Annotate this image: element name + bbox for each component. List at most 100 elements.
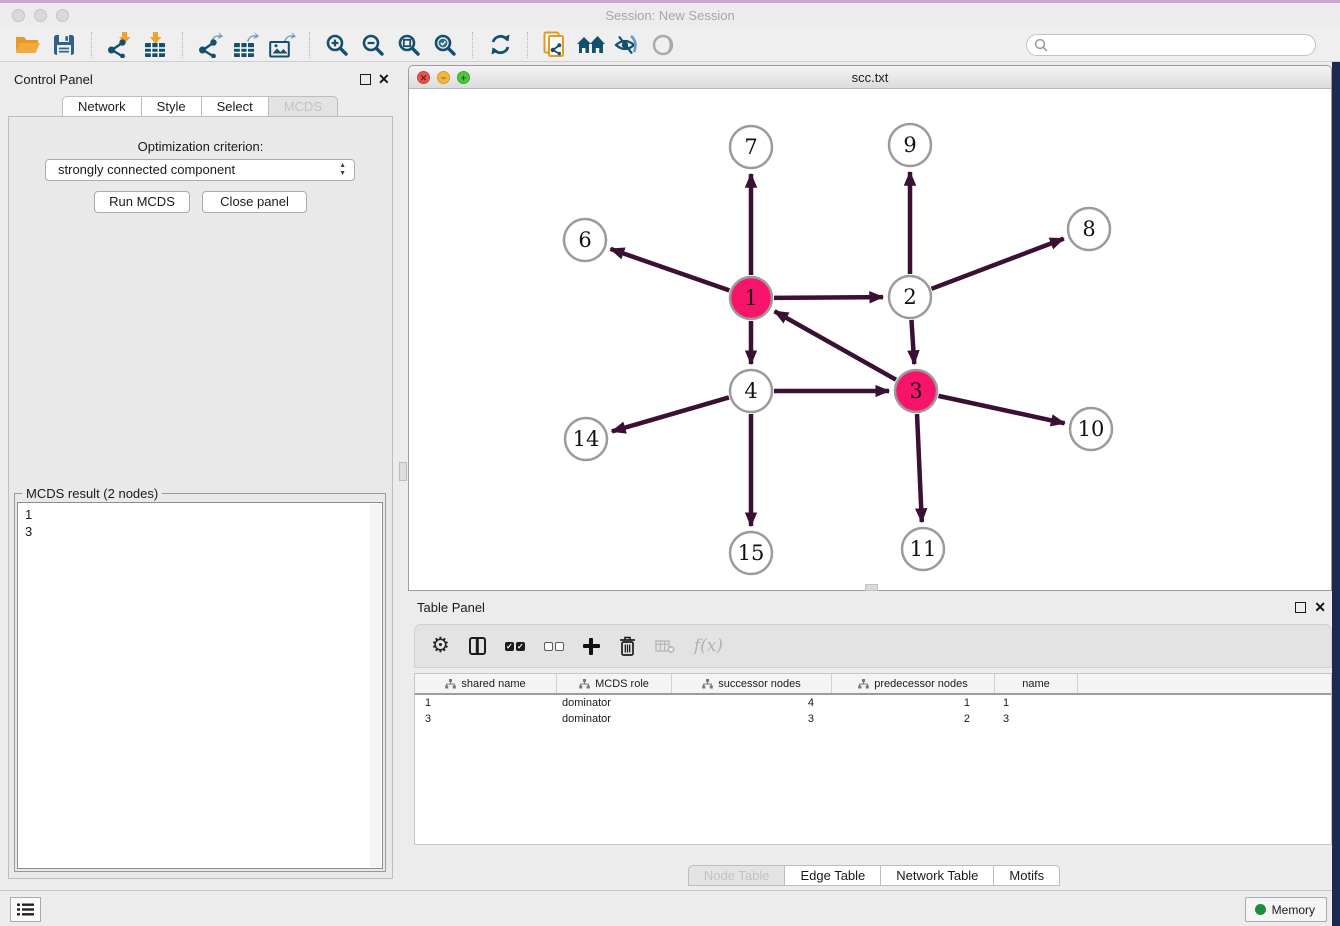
deselect-all-button[interactable] bbox=[544, 642, 564, 651]
canvas-resize-handle[interactable] bbox=[865, 584, 878, 591]
edge-3-1[interactable] bbox=[775, 311, 896, 379]
node-11[interactable]: 11 bbox=[902, 528, 944, 570]
network-close-traffic-light[interactable]: ✕ bbox=[417, 71, 430, 84]
tab-select[interactable]: Select bbox=[202, 96, 269, 117]
edge-2-8[interactable] bbox=[932, 239, 1064, 289]
table-row[interactable]: 1dominator411 bbox=[415, 695, 1331, 711]
node-4[interactable]: 4 bbox=[730, 370, 772, 412]
memory-button[interactable]: Memory bbox=[1245, 897, 1327, 922]
edge-1-6[interactable] bbox=[610, 249, 729, 291]
import-network-icon bbox=[106, 32, 132, 58]
eye-disabled-button[interactable] bbox=[647, 31, 679, 59]
close-table-panel-icon[interactable]: ✕ bbox=[1314, 602, 1326, 613]
close-traffic-light[interactable] bbox=[12, 9, 25, 22]
column-header-name[interactable]: name bbox=[995, 674, 1078, 693]
node-label: 14 bbox=[573, 427, 600, 451]
criterion-dropdown[interactable]: strongly connected component ▲▼ bbox=[45, 159, 355, 181]
network-window-titlebar[interactable]: ✕ − + scc.txt bbox=[409, 66, 1331, 89]
add-column-button[interactable] bbox=[583, 638, 600, 655]
task-history-button[interactable] bbox=[10, 897, 41, 922]
node-10[interactable]: 10 bbox=[1070, 408, 1112, 450]
select-all-button[interactable]: ✓ ✓ bbox=[505, 642, 525, 651]
unchecked-box-icon bbox=[555, 642, 564, 651]
float-table-panel-icon[interactable] bbox=[1295, 602, 1306, 613]
network-minimize-traffic-light[interactable]: − bbox=[437, 71, 450, 84]
table-tabs: Node TableEdge TableNetwork TableMotifs bbox=[408, 865, 1340, 886]
table-toolbar: ⚙ ✓ ✓ bbox=[414, 624, 1332, 668]
node-label: 6 bbox=[578, 228, 591, 252]
mcds-result-box: 13 bbox=[17, 502, 383, 869]
column-header-predecessor-nodes[interactable]: predecessor nodes bbox=[832, 674, 995, 693]
edge-1-2[interactable] bbox=[774, 297, 883, 298]
column-header-shared-name[interactable]: shared name bbox=[415, 674, 557, 693]
node-7[interactable]: 7 bbox=[730, 126, 772, 168]
delete-column-button[interactable] bbox=[619, 636, 636, 656]
zoom-fit-button[interactable] bbox=[393, 31, 425, 59]
search-input[interactable] bbox=[1026, 34, 1316, 56]
open-file-button[interactable] bbox=[12, 31, 44, 59]
edge-3-11[interactable] bbox=[917, 414, 922, 522]
zoom-out-button[interactable] bbox=[357, 31, 389, 59]
column-header-mcds-role[interactable]: MCDS role bbox=[557, 674, 672, 693]
import-network-button[interactable] bbox=[103, 31, 135, 59]
zoom-traffic-light[interactable] bbox=[56, 9, 69, 22]
node-label: 10 bbox=[1078, 417, 1105, 441]
export-network-button[interactable] bbox=[194, 31, 226, 59]
edge-4-14[interactable] bbox=[612, 397, 729, 431]
node-15[interactable]: 15 bbox=[730, 532, 772, 574]
table-settings-button[interactable]: ⚙ bbox=[431, 636, 450, 656]
save-session-button[interactable] bbox=[48, 31, 80, 59]
minimize-traffic-light[interactable] bbox=[34, 9, 47, 22]
table-cell: 1 bbox=[415, 695, 557, 711]
main-toolbar bbox=[0, 28, 1340, 62]
run-mcds-button[interactable]: Run MCDS bbox=[94, 191, 190, 213]
houses-button[interactable] bbox=[575, 31, 607, 59]
node-6[interactable]: 6 bbox=[564, 219, 606, 261]
float-panel-icon[interactable] bbox=[360, 74, 371, 85]
export-table-icon bbox=[233, 32, 259, 58]
edge-3-10[interactable] bbox=[938, 396, 1064, 423]
zoom-selected-button[interactable] bbox=[429, 31, 461, 59]
mcds-result-title: MCDS result (2 nodes) bbox=[22, 486, 162, 501]
table-cell: 3 bbox=[672, 711, 832, 727]
node-14[interactable]: 14 bbox=[565, 418, 607, 460]
panel-divider-handle[interactable] bbox=[399, 462, 407, 481]
tab-network[interactable]: Network bbox=[62, 96, 142, 117]
table-cell: 3 bbox=[995, 711, 1078, 727]
export-table-button[interactable] bbox=[230, 31, 262, 59]
tab-motifs[interactable]: Motifs bbox=[994, 865, 1060, 886]
search-icon bbox=[1034, 38, 1048, 52]
save-floppy-icon bbox=[53, 34, 75, 56]
edge-2-3[interactable] bbox=[911, 320, 914, 364]
show-columns-button[interactable] bbox=[469, 637, 486, 655]
result-scrollbar[interactable] bbox=[370, 504, 381, 867]
node-1[interactable]: 1 bbox=[730, 277, 772, 319]
toolbar-separator bbox=[472, 32, 473, 58]
node-8[interactable]: 8 bbox=[1068, 208, 1110, 250]
control-panel-tabs: NetworkStyleSelectMCDS bbox=[0, 96, 400, 117]
tab-node-table[interactable]: Node Table bbox=[688, 865, 786, 886]
status-bar: Memory bbox=[0, 890, 1340, 926]
export-image-button[interactable] bbox=[266, 31, 298, 59]
tab-network-table[interactable]: Network Table bbox=[881, 865, 994, 886]
table-row[interactable]: 3dominator323 bbox=[415, 711, 1331, 727]
column-header-successor-nodes[interactable]: successor nodes bbox=[672, 674, 832, 693]
node-2[interactable]: 2 bbox=[889, 276, 931, 318]
tab-mcds[interactable]: MCDS bbox=[269, 96, 338, 117]
plus-icon bbox=[583, 638, 600, 655]
close-panel-icon[interactable]: ✕ bbox=[378, 74, 390, 85]
refresh-layout-button[interactable] bbox=[484, 31, 516, 59]
close-panel-button[interactable]: Close panel bbox=[202, 191, 307, 213]
hide-graphics-button[interactable] bbox=[611, 31, 643, 59]
mcds-panel: Optimization criterion: strongly connect… bbox=[8, 116, 393, 879]
tab-edge-table[interactable]: Edge Table bbox=[785, 865, 881, 886]
import-table-button[interactable] bbox=[139, 31, 171, 59]
tab-style[interactable]: Style bbox=[142, 96, 202, 117]
network-canvas[interactable]: 1 2 3 4 6 7 8 9 10 11 14 15 bbox=[409, 89, 1331, 590]
copy-network-button[interactable] bbox=[539, 31, 571, 59]
node-3[interactable]: 3 bbox=[895, 370, 937, 412]
node-9[interactable]: 9 bbox=[889, 124, 931, 166]
mcds-result-lines: 13 bbox=[18, 503, 382, 540]
zoom-in-button[interactable] bbox=[321, 31, 353, 59]
network-zoom-traffic-light[interactable]: + bbox=[457, 71, 470, 84]
